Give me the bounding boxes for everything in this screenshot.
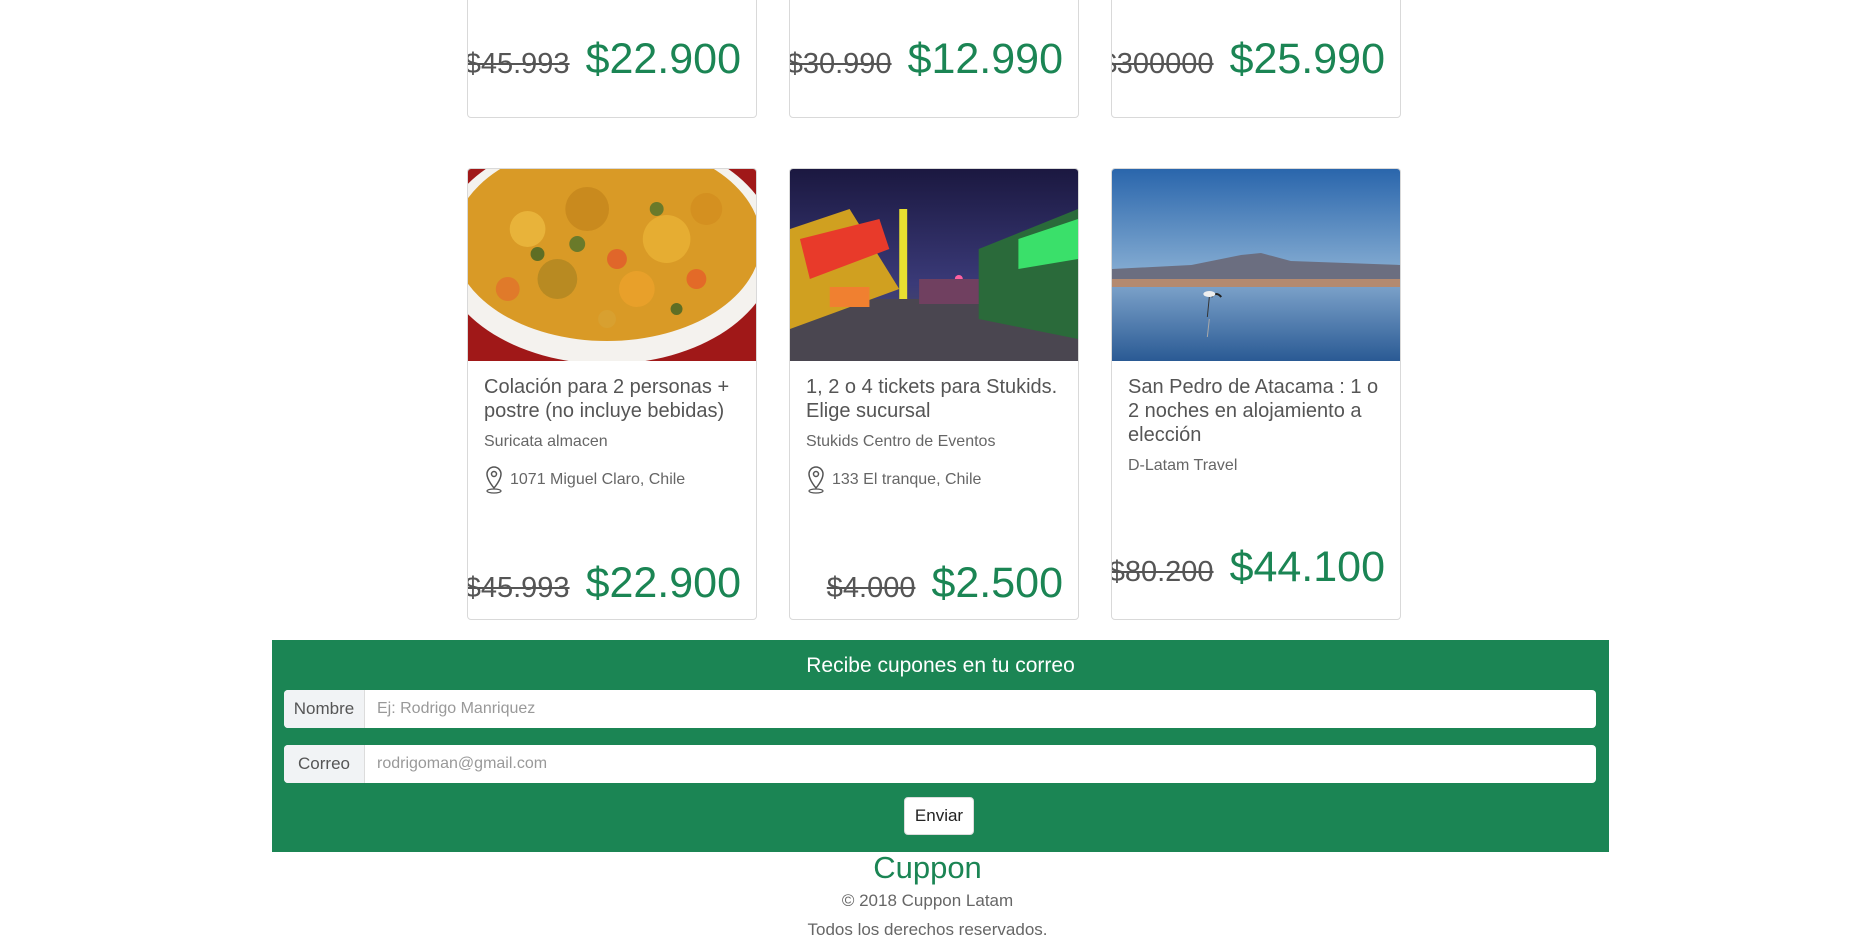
price-row: $30.990 $12.990 xyxy=(790,35,1078,84)
name-input-group: Nombre xyxy=(284,690,1596,728)
price-row: $45.993 $22.900 xyxy=(468,35,756,84)
deal-title[interactable]: San Pedro de Atacama : 1 o 2 noches en a… xyxy=(1128,375,1384,447)
deal-image[interactable] xyxy=(1112,169,1400,361)
new-price: $25.990 xyxy=(1229,35,1385,83)
footer-copyright: © 2018 Cuppon Latam xyxy=(841,891,1014,910)
submit-button[interactable]: Enviar xyxy=(904,797,974,835)
old-price: $4.000 xyxy=(826,572,916,604)
map-pin-icon xyxy=(486,466,502,494)
price-row: $45.993 $22.900 xyxy=(468,559,756,608)
deal-location: 133 El tranque, Chile xyxy=(806,465,1062,495)
price-row: $80.200 $44.100 xyxy=(1112,543,1400,592)
price-row: $4.000 $2.500 xyxy=(790,559,1078,608)
new-price: $22.900 xyxy=(585,559,741,607)
deal-card[interactable]: $45.993 $22.900 xyxy=(467,0,757,118)
new-price: $2.500 xyxy=(931,559,1063,607)
old-price: $45.993 xyxy=(467,48,570,80)
newsletter-heading: Recibe cupones en tu correo xyxy=(806,654,1075,677)
merchant-name: Stukids Centro de Eventos xyxy=(806,433,996,450)
location-text: 133 El tranque, Chile xyxy=(832,471,982,488)
deal-card[interactable]: San Pedro de Atacama : 1 o 2 noches en a… xyxy=(1111,168,1401,620)
price-row: $300000 $25.990 xyxy=(1112,35,1400,84)
new-price: $12.990 xyxy=(907,35,1063,83)
new-price: $22.900 xyxy=(585,35,741,83)
email-input[interactable] xyxy=(365,745,1596,783)
merchant-name: Suricata almacen xyxy=(484,433,608,450)
deal-card[interactable]: 1, 2 o 4 tickets para Stukids. Elige suc… xyxy=(789,168,1079,620)
name-label: Nombre xyxy=(284,690,365,728)
deal-image[interactable] xyxy=(468,169,756,361)
new-price: $44.100 xyxy=(1229,543,1385,591)
deal-location: 1071 Miguel Claro, Chile xyxy=(484,465,740,495)
deal-card[interactable]: $30.990 $12.990 xyxy=(789,0,1079,118)
old-price: $80.200 xyxy=(1111,556,1214,588)
deal-title[interactable]: 1, 2 o 4 tickets para Stukids. Elige suc… xyxy=(806,375,1062,423)
newsletter-section: Recibe cupones en tu correo Nombre Corre… xyxy=(272,640,1609,852)
old-price: $30.990 xyxy=(789,48,892,80)
deal-image[interactable] xyxy=(790,169,1078,361)
old-price: $45.993 xyxy=(467,572,570,604)
merchant-name: D-Latam Travel xyxy=(1128,457,1238,474)
deal-title[interactable]: Colación para 2 personas + postre (no in… xyxy=(484,375,740,423)
old-price: $300000 xyxy=(1111,48,1214,80)
map-pin-icon xyxy=(808,466,824,494)
footer-rights: Todos los derechos reservados. xyxy=(807,920,1048,939)
deal-card[interactable]: Colación para 2 personas + postre (no in… xyxy=(467,168,757,620)
footer-brand: Cuppon xyxy=(873,850,982,885)
email-label: Correo xyxy=(284,745,365,783)
deal-card[interactable]: $300000 $25.990 xyxy=(1111,0,1401,118)
location-text: 1071 Miguel Claro, Chile xyxy=(510,471,686,488)
name-input[interactable] xyxy=(365,690,1596,728)
email-input-group: Correo xyxy=(284,745,1596,783)
